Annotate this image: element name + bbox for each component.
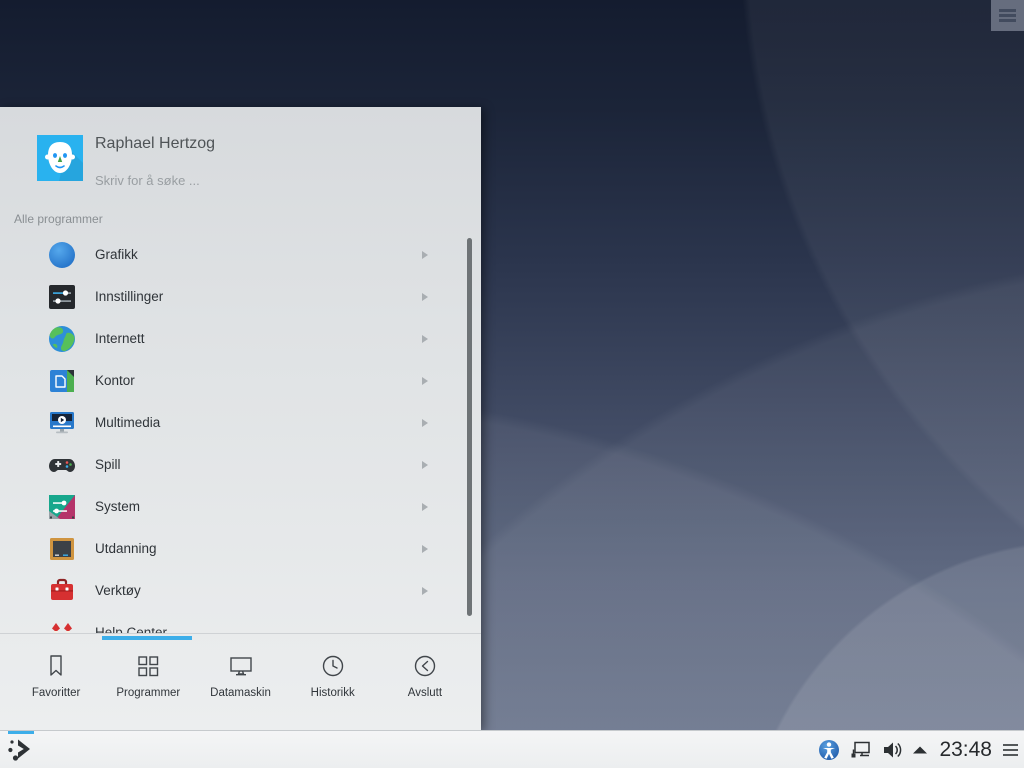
tab-label: Programmer xyxy=(116,687,180,699)
category-item-spill[interactable]: Spill xyxy=(0,444,481,486)
media-player-icon xyxy=(47,408,77,438)
chevron-right-icon xyxy=(422,545,428,553)
application-launcher-button[interactable] xyxy=(2,731,40,768)
leave-icon xyxy=(411,652,439,680)
tab-label: Historikk xyxy=(311,687,355,699)
category-item-utdanning[interactable]: Utdanning xyxy=(0,528,481,570)
category-item-help-center[interactable]: Help Center xyxy=(0,612,481,634)
user-avatar[interactable] xyxy=(37,135,83,181)
category-item-system[interactable]: System xyxy=(0,486,481,528)
monitor-icon xyxy=(227,652,255,680)
category-item-verktoy[interactable]: Verktøy xyxy=(0,570,481,612)
category-label: Kontor xyxy=(95,373,135,388)
user-name: Raphael Hertzog xyxy=(95,135,215,153)
digital-clock[interactable]: 23:48 xyxy=(937,738,994,762)
expand-up-arrow-icon[interactable] xyxy=(912,745,928,755)
system-tray: 23:48 xyxy=(818,731,1018,768)
list-scrollbar[interactable] xyxy=(467,238,472,616)
category-label: Spill xyxy=(95,457,121,472)
clock-icon xyxy=(319,652,347,680)
tab-label: Favoritter xyxy=(32,687,81,699)
category-list: Grafikk Innstillinger xyxy=(0,234,481,634)
volume-icon[interactable] xyxy=(881,739,903,761)
chalkboard-icon xyxy=(47,534,77,564)
category-label: System xyxy=(95,499,140,514)
hamburger-icon xyxy=(999,7,1016,24)
chevron-right-icon xyxy=(422,377,428,385)
accessibility-icon[interactable] xyxy=(818,739,840,761)
settings-sliders-icon xyxy=(47,282,77,312)
category-item-grafikk[interactable]: Grafikk xyxy=(0,234,481,276)
chevron-right-icon xyxy=(422,461,428,469)
network-wired-icon[interactable] xyxy=(849,739,872,761)
tab-programmer[interactable]: Programmer xyxy=(102,634,194,730)
hamburger-icon xyxy=(1003,741,1018,759)
taskbar-panel: 23:48 xyxy=(0,730,1024,768)
category-label: Internett xyxy=(95,331,145,346)
active-tab-indicator xyxy=(102,636,192,640)
grid-icon xyxy=(134,652,162,680)
category-item-multimedia[interactable]: Multimedia xyxy=(0,402,481,444)
kicker-launcher-icon xyxy=(7,737,35,763)
search-input[interactable]: Skriv for å søke ... xyxy=(95,173,200,188)
system-sliders-icon xyxy=(47,492,77,522)
gamepad-icon xyxy=(47,450,77,480)
category-item-kontor[interactable]: Kontor xyxy=(0,360,481,402)
category-label: Multimedia xyxy=(95,415,160,430)
globe-icon xyxy=(47,324,77,354)
active-launcher-indicator xyxy=(8,731,34,734)
section-label: Alle programmer xyxy=(14,212,103,226)
panel-overflow-button[interactable] xyxy=(1003,741,1018,759)
category-item-internett[interactable]: Internett xyxy=(0,318,481,360)
toolbox-icon xyxy=(47,576,77,606)
graphics-ball-icon xyxy=(47,240,77,270)
chevron-right-icon xyxy=(422,293,428,301)
category-item-innstillinger[interactable]: Innstillinger xyxy=(0,276,481,318)
launcher-header: Raphael Hertzog Skriv for å søke ... xyxy=(0,107,481,207)
launcher-tabbar: Favoritter Programmer xyxy=(0,633,481,730)
tab-favoritter[interactable]: Favoritter xyxy=(10,634,102,730)
tab-label: Datamaskin xyxy=(210,687,271,699)
desktop-toolbox-button[interactable] xyxy=(991,0,1024,31)
category-label: Utdanning xyxy=(95,541,157,556)
bookmark-icon xyxy=(42,652,70,680)
chevron-right-icon xyxy=(422,335,428,343)
chevron-right-icon xyxy=(422,251,428,259)
help-center-icon xyxy=(47,618,77,634)
chevron-right-icon xyxy=(422,503,428,511)
tab-avslutt[interactable]: Avslutt xyxy=(379,634,471,730)
category-label: Verktøy xyxy=(95,583,141,598)
chevron-right-icon xyxy=(422,419,428,427)
office-document-icon xyxy=(47,366,77,396)
category-label: Innstillinger xyxy=(95,289,163,304)
tab-historikk[interactable]: Historikk xyxy=(287,634,379,730)
tab-datamaskin[interactable]: Datamaskin xyxy=(194,634,286,730)
chevron-right-icon xyxy=(422,587,428,595)
category-label: Grafikk xyxy=(95,247,138,262)
tab-label: Avslutt xyxy=(408,687,442,699)
application-launcher-menu: Raphael Hertzog Skriv for å søke ... All… xyxy=(0,107,481,730)
